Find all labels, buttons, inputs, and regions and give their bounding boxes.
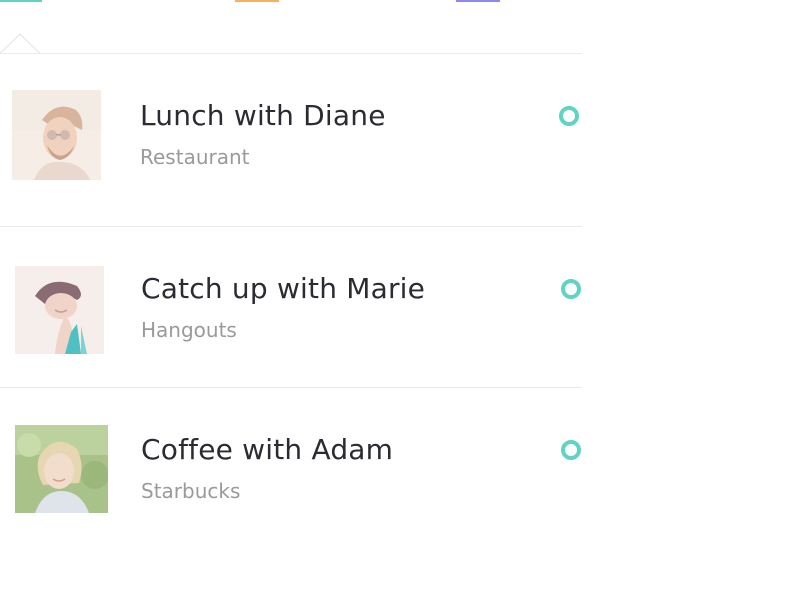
selected-tab-pointer xyxy=(0,33,42,54)
app-screen: Lunch with Diane Restaurant Catch up wit… xyxy=(0,0,800,600)
avatar-blonde-person xyxy=(15,425,108,513)
avatar-man-with-sunglasses xyxy=(12,90,101,180)
event-subtitle: Starbucks xyxy=(141,479,241,503)
status-ring-icon xyxy=(561,440,581,460)
tab-indicator-3[interactable] xyxy=(456,0,500,2)
tab-indicator-2[interactable] xyxy=(235,0,279,2)
event-subtitle: Hangouts xyxy=(141,318,237,342)
event-title: Lunch with Diane xyxy=(140,99,386,132)
status-ring-icon xyxy=(559,106,579,126)
event-title: Coffee with Adam xyxy=(141,433,394,466)
tab-indicator-1[interactable] xyxy=(0,0,42,2)
list-item[interactable]: Catch up with Marie Hangouts xyxy=(0,227,582,388)
list-item[interactable]: Lunch with Diane Restaurant xyxy=(0,54,582,227)
status-ring-icon xyxy=(561,279,581,299)
list-item[interactable]: Coffee with Adam Starbucks xyxy=(0,388,582,538)
event-list: Lunch with Diane Restaurant Catch up wit… xyxy=(0,54,582,538)
event-subtitle: Restaurant xyxy=(140,145,250,169)
avatar-woman-laughing xyxy=(15,266,104,354)
event-title: Catch up with Marie xyxy=(141,272,426,305)
